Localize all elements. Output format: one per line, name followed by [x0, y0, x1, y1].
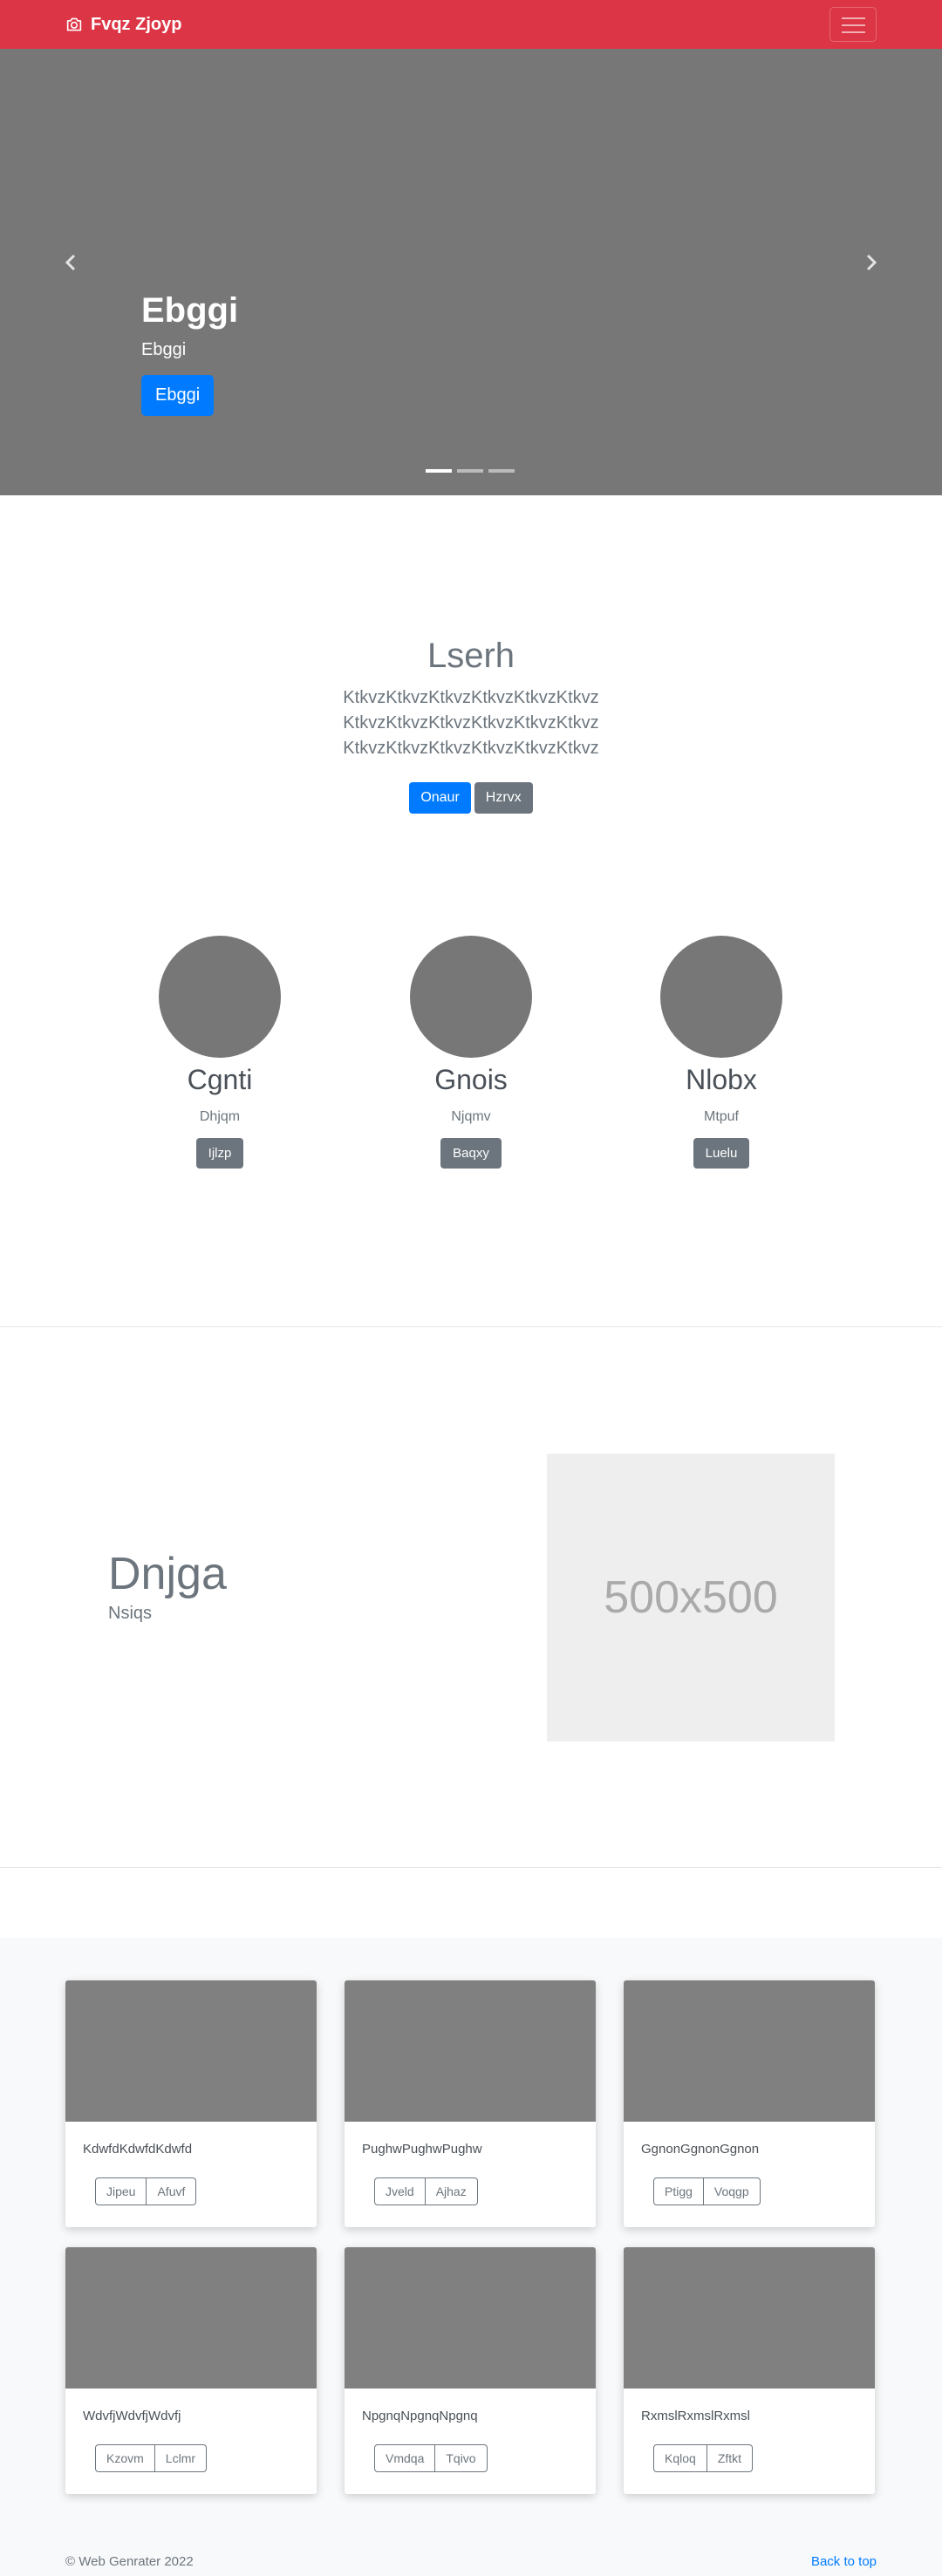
card-button-1[interactable]: Ptigg	[653, 2177, 704, 2205]
section-divider	[0, 1867, 942, 1868]
carousel-indicator-1[interactable]	[426, 469, 452, 473]
card-button-group: Kzovm Lclmr	[95, 2444, 208, 2472]
card-button-group: Vmdqa Tqivo	[374, 2444, 488, 2472]
intro-lead: KtkvzKtkvzKtkvzKtkvzKtkvzKtkvz KtkvzKtkv…	[343, 688, 599, 758]
navbar-toggler-button[interactable]	[829, 7, 877, 42]
avatar	[159, 936, 281, 1058]
card-thumbnail	[345, 2247, 596, 2389]
album-card: GgnonGgnonGgnon Ptigg Voqgp	[624, 1980, 875, 2227]
footer-copyright: © Web Genrater 2022	[65, 2554, 194, 2569]
card-button-1[interactable]: Kzovm	[95, 2444, 155, 2472]
card-text: PughwPughwPughw	[362, 2142, 482, 2157]
album-card: PughwPughwPughw Jveld Ajhaz	[345, 1980, 596, 2227]
person-column: Nlobx Mtpuf Luelu	[564, 936, 878, 1169]
avatar	[410, 936, 532, 1058]
card-button-group: Jipeu Afuvf	[95, 2177, 197, 2205]
card-button-group: Jveld Ajhaz	[374, 2177, 478, 2205]
card-button-group: Kqloq Zftkt	[653, 2444, 754, 2472]
card-text: WdvfjWdvfjWdvfj	[83, 2409, 181, 2423]
person-button[interactable]: Luelu	[693, 1138, 750, 1169]
card-button-2[interactable]: Voqgp	[703, 2177, 761, 2205]
card-button-2[interactable]: Afuvf	[147, 2177, 197, 2205]
person-button[interactable]: Baqxy	[440, 1138, 502, 1169]
album-section: KdwfdKdwfdKdwfd Jipeu Afuvf PughwPughwPu…	[0, 1938, 942, 2576]
back-to-top-link[interactable]: Back to top	[811, 2554, 877, 2569]
person-role: Mtpuf	[703, 1109, 739, 1124]
intro-heading: Lserh	[427, 637, 515, 675]
album-card: NpgnqNpgnqNpgnq Vmdqa Tqivo	[345, 2247, 596, 2494]
card-button-2[interactable]: Ajhaz	[425, 2177, 478, 2205]
card-thumbnail	[624, 2247, 875, 2389]
card-text: NpgnqNpgnqNpgnq	[362, 2409, 478, 2423]
album-card: KdwfdKdwfdKdwfd Jipeu Afuvf	[65, 1980, 317, 2227]
feature-subheading: Nsiqs	[108, 1604, 153, 1623]
avatar	[660, 936, 782, 1058]
card-thumbnail	[624, 1980, 875, 2122]
card-button-2[interactable]: Zftkt	[706, 2444, 754, 2472]
card-button-2[interactable]: Lclmr	[154, 2444, 208, 2472]
card-thumbnail	[345, 1980, 596, 2122]
person-button[interactable]: Ijlzp	[195, 1138, 244, 1169]
section-divider	[0, 1326, 942, 1327]
feature-image-placeholder: 500x500	[547, 1454, 835, 1741]
carousel-indicators	[426, 469, 515, 473]
intro-section: Lserh KtkvzKtkvzKtkvzKtkvzKtkvzKtkvz Ktk…	[0, 635, 942, 814]
card-thumbnail	[65, 2247, 317, 2389]
footer: © Web Genrater 2022 Back to top	[0, 2551, 942, 2576]
carousel-cta-button[interactable]: Ebggi	[141, 375, 215, 416]
feature-heading: Dnjga	[108, 1549, 227, 1599]
intro-secondary-button[interactable]: Hzrvx	[474, 782, 533, 814]
brand-link[interactable]: Fvqz Zjoyp	[65, 13, 181, 36]
card-button-1[interactable]: Kqloq	[653, 2444, 707, 2472]
album-card: WdvfjWdvfjWdvfj Kzovm Lclmr	[65, 2247, 317, 2494]
carousel-indicator-2[interactable]	[457, 469, 483, 473]
card-text: KdwfdKdwfdKdwfd	[83, 2142, 193, 2157]
navbar: Fvqz Zjoyp	[0, 0, 942, 49]
carousel-prev-button[interactable]	[58, 249, 84, 276]
chevron-left-icon	[65, 254, 76, 271]
carousel-indicator-3[interactable]	[488, 469, 515, 473]
carousel-text: Ebggi	[141, 340, 187, 359]
camera-icon	[66, 17, 82, 31]
feature-text: Dnjga Nsiqs	[108, 1548, 227, 1624]
card-button-group: Ptigg Voqgp	[653, 2177, 761, 2205]
card-thumbnail	[65, 1980, 317, 2122]
card-button-2[interactable]: Tqivo	[435, 2444, 488, 2472]
card-text: GgnonGgnonGgnon	[641, 2142, 760, 2157]
card-button-1[interactable]: Jveld	[374, 2177, 426, 2205]
intro-primary-button[interactable]: Onaur	[409, 782, 471, 814]
chevron-right-icon	[866, 254, 877, 271]
hero-carousel: Ebggi Ebggi Ebggi	[0, 49, 942, 495]
carousel-title: Ebggi	[141, 291, 239, 330]
placeholder-label: 500x500	[604, 1572, 778, 1623]
carousel-next-button[interactable]	[858, 249, 884, 276]
card-text: RxmslRxmslRxmsl	[641, 2409, 750, 2423]
card-button-1[interactable]: Vmdqa	[374, 2444, 436, 2472]
carousel-caption: Ebggi Ebggi Ebggi	[141, 290, 238, 416]
person-name: Nlobx	[686, 1064, 757, 1095]
brand-name: Fvqz Zjoyp	[91, 14, 182, 34]
album-card: RxmslRxmslRxmsl Kqloq Zftkt	[624, 2247, 875, 2494]
card-button-1[interactable]: Jipeu	[95, 2177, 147, 2205]
